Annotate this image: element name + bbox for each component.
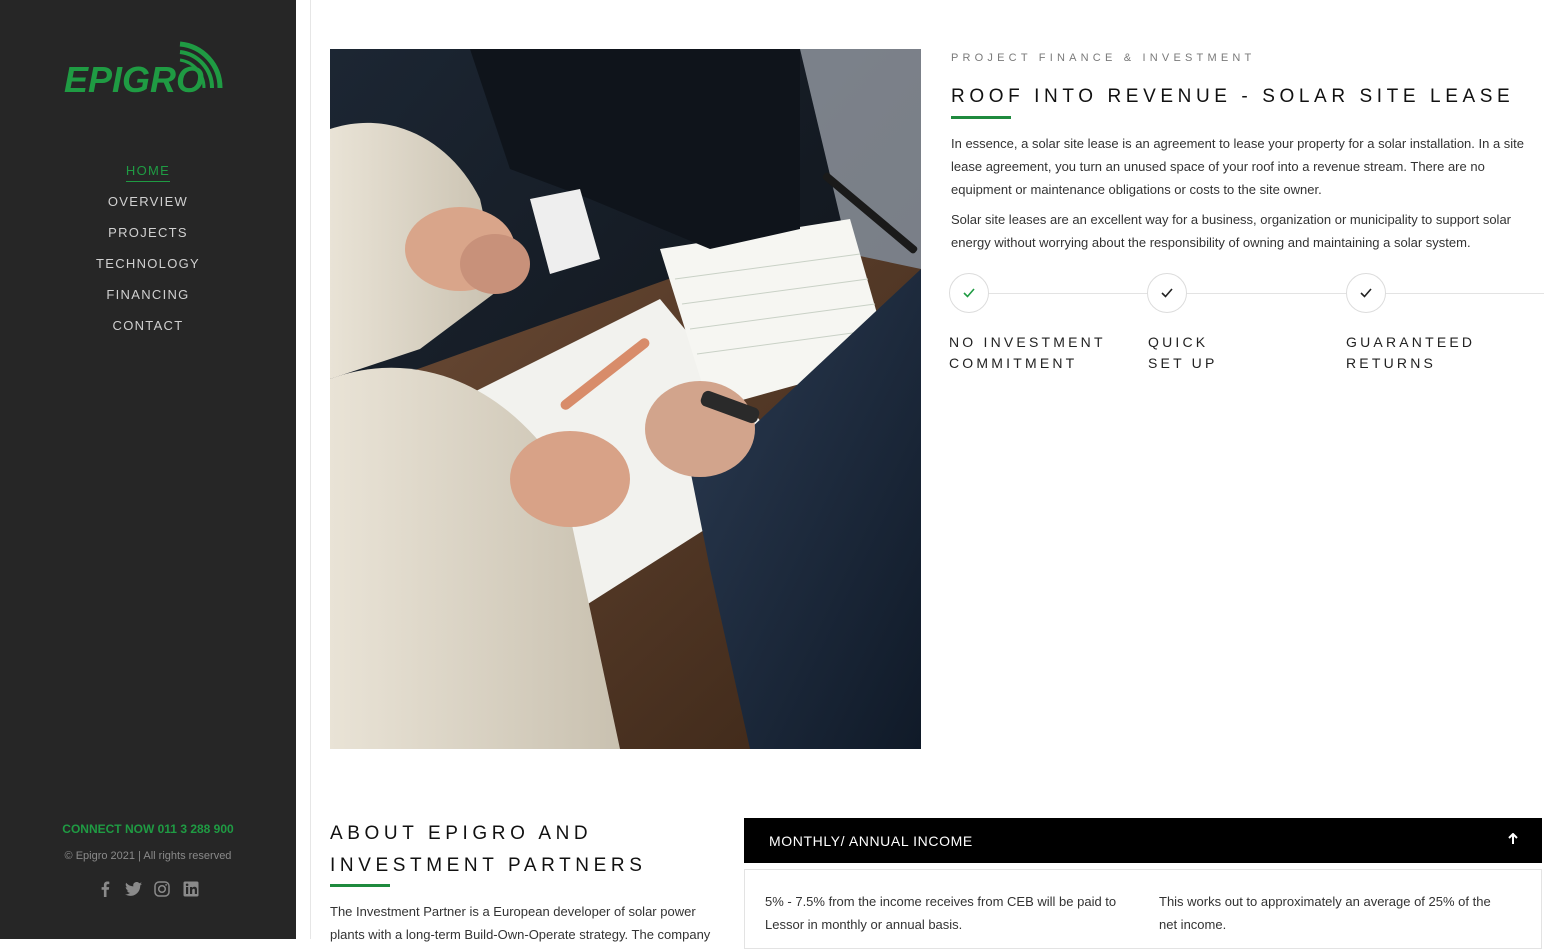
income-accordion-header[interactable]: MONTHLY/ ANNUAL INCOME	[744, 818, 1542, 863]
check-icon	[1360, 288, 1372, 298]
benefit-paragraph: Solar site leases are an excellent way f…	[951, 212, 1512, 250]
step-3-line2: RETURNS	[1346, 355, 1437, 371]
nav-item-home: HOME	[0, 160, 296, 191]
business-meeting-photo	[330, 49, 921, 749]
connect-phone-link[interactable]: CONNECT NOW 011 3 288 900	[0, 822, 296, 836]
nav-link-overview[interactable]: OVERVIEW	[108, 191, 188, 212]
about-title: ABOUT EPIGRO AND INVESTMENT PARTNERS	[330, 818, 710, 882]
step-1-label: NO INVESTMENT COMMITMENT	[949, 332, 1129, 374]
step-2-line1: QUICK	[1148, 334, 1209, 350]
twitter-icon[interactable]	[125, 880, 143, 898]
accordion-title: MONTHLY/ ANNUAL INCOME	[769, 832, 973, 849]
logo-wordmark: EPIGRO	[64, 59, 204, 98]
step-1-check-circle	[949, 273, 989, 313]
about-paragraph: The Investment Partner is a European dev…	[330, 904, 711, 942]
income-col-2: This works out to approximately an avera…	[1159, 894, 1491, 932]
step-2-check-circle	[1147, 273, 1187, 313]
income-col-1: 5% - 7.5% from the income receives from …	[765, 894, 1117, 932]
check-icon	[963, 288, 975, 298]
nav-link-financing[interactable]: FINANCING	[106, 284, 189, 305]
step-3-line1: GUARANTEED	[1346, 334, 1476, 350]
about-title-line1: ABOUT EPIGRO AND	[330, 823, 593, 844]
main-nav: HOME OVERVIEW PROJECTS TECHNOLOGY FINANC…	[0, 160, 296, 346]
step-3-check-circle	[1346, 273, 1386, 313]
nav-item-overview: OVERVIEW	[0, 191, 296, 222]
nav-item-financing: FINANCING	[0, 284, 296, 315]
facebook-icon[interactable]	[96, 880, 114, 898]
about-underline	[330, 884, 390, 887]
nav-link-contact[interactable]: CONTACT	[113, 315, 184, 336]
step-2-label: QUICK SET UP	[1148, 332, 1328, 374]
sidebar: EPIGRO HOME OVERVIEW PROJECTS TECHNOLOGY…	[0, 0, 296, 939]
instagram-icon[interactable]	[153, 880, 171, 898]
nav-link-technology[interactable]: TECHNOLOGY	[96, 253, 200, 274]
section-headline: ROOF INTO REVENUE - SOLAR SITE LEASE	[951, 86, 1515, 107]
step-1-line2: COMMITMENT	[949, 355, 1078, 371]
step-2-line2: SET UP	[1148, 355, 1218, 371]
intro-paragraph: In essence, a solar site lease is an agr…	[951, 136, 1525, 197]
step-1-line1: NO INVESTMENT	[949, 334, 1106, 350]
arrow-up-icon[interactable]	[1508, 832, 1518, 850]
steps-timeline-line	[968, 293, 1544, 294]
nav-item-technology: TECHNOLOGY	[0, 253, 296, 284]
section-eyebrow: PROJECT FINANCE & INVESTMENT	[951, 52, 1256, 64]
nav-link-projects[interactable]: PROJECTS	[108, 222, 188, 243]
nav-link-home[interactable]: HOME	[125, 160, 171, 182]
step-3-label: GUARANTEED RETURNS	[1346, 332, 1526, 374]
social-links	[96, 879, 200, 899]
headline-underline	[951, 116, 1011, 119]
linkedin-icon[interactable]	[182, 880, 200, 898]
nav-item-contact: CONTACT	[0, 315, 296, 346]
about-title-line2: INVESTMENT PARTNERS	[330, 855, 647, 876]
epigro-logo[interactable]: EPIGRO	[62, 36, 228, 98]
check-icon	[1161, 288, 1173, 298]
nav-item-projects: PROJECTS	[0, 222, 296, 253]
income-accordion-body: 5% - 7.5% from the income receives from …	[744, 869, 1542, 949]
sidebar-gutter	[296, 0, 311, 939]
copyright-text: © Epigro 2021 | All rights reserved	[64, 850, 232, 862]
